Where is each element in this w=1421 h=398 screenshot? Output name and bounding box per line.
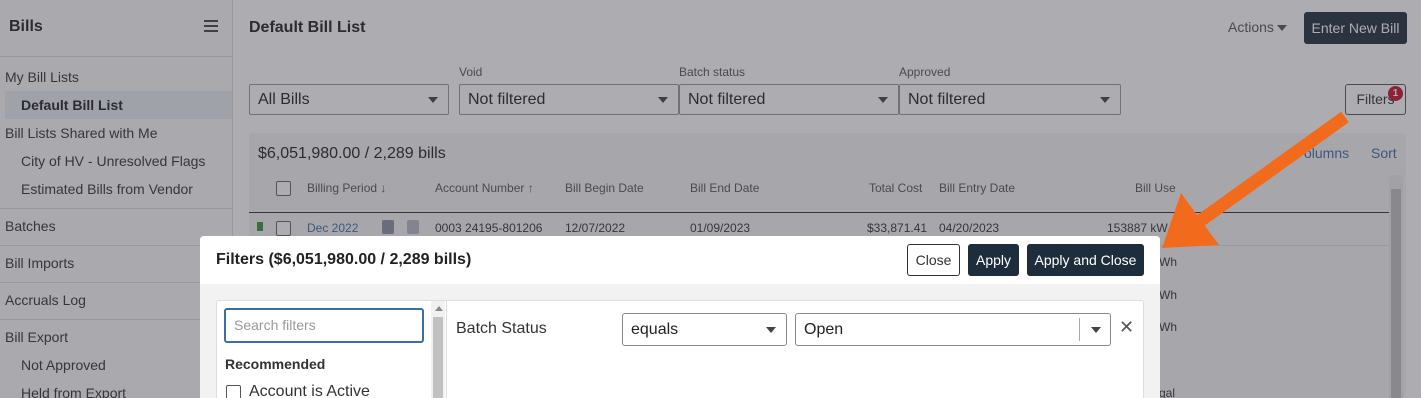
annotation-arrow-icon [1162,111,1349,248]
